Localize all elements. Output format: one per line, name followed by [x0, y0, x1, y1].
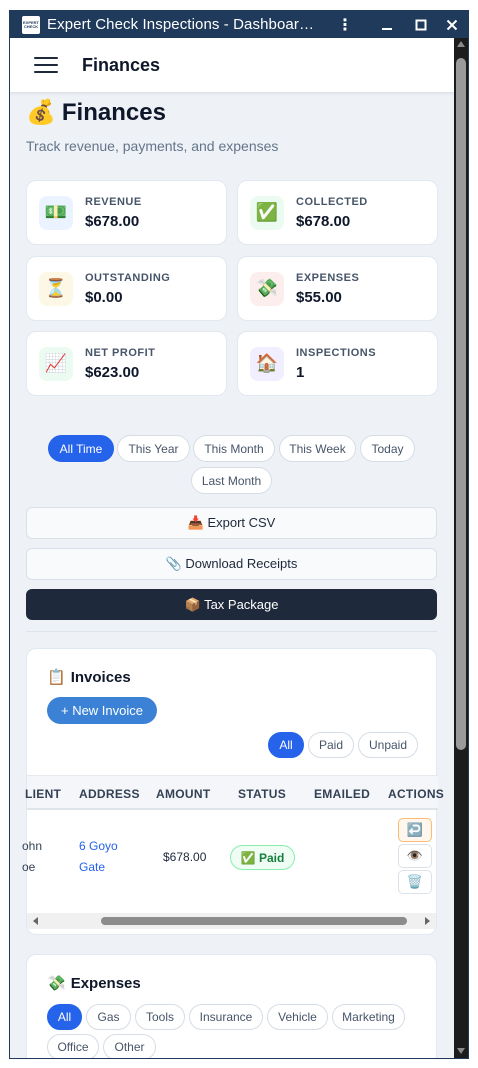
- stat-card-inspections: 🏠 INSPECTIONS 1: [237, 331, 438, 396]
- header-title: Finances: [82, 54, 161, 75]
- app-logo-icon: EXPERT CHECK: [22, 15, 40, 34]
- view-eye-icon[interactable]: 👁️: [398, 844, 432, 868]
- column-header-status[interactable]: STATUS: [238, 787, 286, 801]
- delete-trash-icon[interactable]: 🗑️: [398, 870, 432, 894]
- house-icon: 🏠: [250, 346, 284, 381]
- revert-payment-icon[interactable]: ↩️: [398, 818, 432, 842]
- column-header-amount[interactable]: AMOUNT: [156, 787, 210, 801]
- export-csv-button[interactable]: 📥 Export CSV: [26, 507, 437, 539]
- invoice-filter-all[interactable]: All: [268, 732, 304, 758]
- money-flying-icon: 💸: [250, 271, 284, 306]
- expenses-title: 💸 Expenses: [47, 974, 141, 993]
- expense-category-all[interactable]: All: [47, 1004, 82, 1030]
- page-subtitle: Track revenue, payments, and expenses: [26, 138, 279, 154]
- section-divider: [26, 631, 437, 632]
- address-link[interactable]: 6 Goyo: [79, 839, 118, 853]
- period-all-time[interactable]: All Time: [48, 435, 114, 462]
- expense-category-office[interactable]: Office: [47, 1034, 99, 1058]
- expenses-title-text: Expenses: [70, 974, 141, 992]
- client-name-line: ohn: [22, 839, 43, 853]
- window-titlebar: EXPERT CHECK Expert Check Inspections - …: [10, 11, 468, 38]
- horizontal-scrollbar[interactable]: [27, 913, 436, 929]
- clipboard-icon: 📋: [47, 669, 66, 686]
- stat-value: $678.00: [85, 212, 140, 230]
- invoice-amount: $678.00: [163, 850, 207, 864]
- window-menu-icon[interactable]: ⋮: [330, 11, 360, 38]
- period-this-month[interactable]: This Month: [193, 435, 275, 462]
- expense-category-tools[interactable]: Tools: [135, 1004, 185, 1030]
- stat-value: $0.00: [85, 288, 123, 306]
- close-icon[interactable]: [437, 11, 467, 38]
- page-title-text: Finances: [61, 98, 166, 126]
- address-link[interactable]: Gate: [79, 860, 105, 874]
- tax-package-button[interactable]: 📦 Tax Package: [26, 589, 437, 620]
- stat-card-expenses: 💸 EXPENSES $55.00: [237, 256, 438, 321]
- scroll-left-arrow-icon[interactable]: [33, 917, 38, 925]
- cash-icon: 💵: [39, 195, 73, 230]
- invoices-table-header: LIENT ADDRESS AMOUNT STATUS EMAILED ACTI…: [25, 775, 444, 810]
- expense-category-vehicle[interactable]: Vehicle: [267, 1004, 328, 1030]
- app-window: EXPERT CHECK Expert Check Inspections - …: [9, 10, 469, 1059]
- download-receipts-button[interactable]: 📎 Download Receipts: [26, 548, 437, 580]
- invoices-card: 📋 Invoices + New Invoice All Paid Unpaid…: [22, 648, 444, 935]
- column-header-emailed[interactable]: EMAILED: [314, 787, 370, 801]
- expense-category-marketing[interactable]: Marketing: [332, 1004, 405, 1030]
- money-flying-icon: 💸: [47, 975, 66, 992]
- invoices-title: 📋 Invoices: [47, 668, 131, 687]
- expense-category-other[interactable]: Other: [103, 1034, 156, 1058]
- invoice-filter-paid[interactable]: Paid: [308, 732, 354, 758]
- stat-card-revenue: 💵 REVENUE $678.00: [26, 180, 227, 245]
- stat-label: OUTSTANDING: [85, 271, 171, 284]
- expense-category-insurance[interactable]: Insurance: [189, 1004, 263, 1030]
- period-last-month[interactable]: Last Month: [191, 467, 272, 494]
- scrollbar-thumb[interactable]: [456, 58, 466, 750]
- invoice-filter-unpaid[interactable]: Unpaid: [358, 732, 418, 758]
- status-badge: ✅ Paid: [230, 845, 295, 870]
- column-header-client[interactable]: LIENT: [25, 787, 61, 801]
- column-header-actions[interactable]: ACTIONS: [388, 787, 444, 801]
- chart-increasing-icon: 📈: [39, 346, 73, 381]
- stat-card-collected: ✅ COLLECTED $678.00: [237, 180, 438, 245]
- maximize-icon[interactable]: [406, 11, 436, 38]
- app-header: Finances: [10, 38, 454, 93]
- check-mark-icon: ✅: [250, 195, 284, 230]
- money-bag-icon: 💰: [26, 99, 56, 126]
- stat-label: COLLECTED: [296, 195, 368, 208]
- stat-card-net-profit: 📈 NET PROFIT $623.00: [26, 331, 227, 396]
- stat-value: $623.00: [85, 363, 140, 381]
- minimize-icon[interactable]: [372, 11, 402, 38]
- scroll-right-arrow-icon[interactable]: [425, 917, 430, 925]
- invoices-title-text: Invoices: [70, 668, 131, 686]
- period-this-year[interactable]: This Year: [117, 435, 190, 462]
- column-header-address[interactable]: ADDRESS: [79, 787, 140, 801]
- stat-label: REVENUE: [85, 195, 142, 208]
- scroll-up-arrow-icon[interactable]: [457, 41, 465, 47]
- expense-category-gas[interactable]: Gas: [86, 1004, 131, 1030]
- stat-value: $678.00: [296, 212, 351, 230]
- hamburger-menu-icon[interactable]: [34, 57, 58, 73]
- new-invoice-button[interactable]: + New Invoice: [47, 697, 157, 724]
- window-title: Expert Check Inspections - Dashboard…: [47, 16, 319, 33]
- horizontal-scrollbar-thumb[interactable]: [101, 917, 407, 925]
- period-today[interactable]: Today: [360, 435, 415, 462]
- stat-card-outstanding: ⏳ OUTSTANDING $0.00: [26, 256, 227, 321]
- vertical-scrollbar[interactable]: [454, 38, 468, 1058]
- client-name-line: oe: [22, 860, 36, 874]
- period-this-week[interactable]: This Week: [279, 435, 356, 462]
- page-title: 💰 Finances: [26, 98, 166, 127]
- main-content: 💰 Finances Track revenue, payments, and …: [10, 93, 454, 1058]
- stat-label: EXPENSES: [296, 271, 360, 284]
- stat-label: INSPECTIONS: [296, 346, 377, 359]
- stat-value: 1: [296, 363, 305, 381]
- stat-value: $55.00: [296, 288, 342, 306]
- scroll-down-arrow-icon[interactable]: [457, 1048, 465, 1054]
- stat-label: NET PROFIT: [85, 346, 156, 359]
- expenses-card: 💸 Expenses All Gas Tools Insurance Vehic…: [26, 954, 437, 1058]
- hourglass-icon: ⏳: [39, 271, 73, 306]
